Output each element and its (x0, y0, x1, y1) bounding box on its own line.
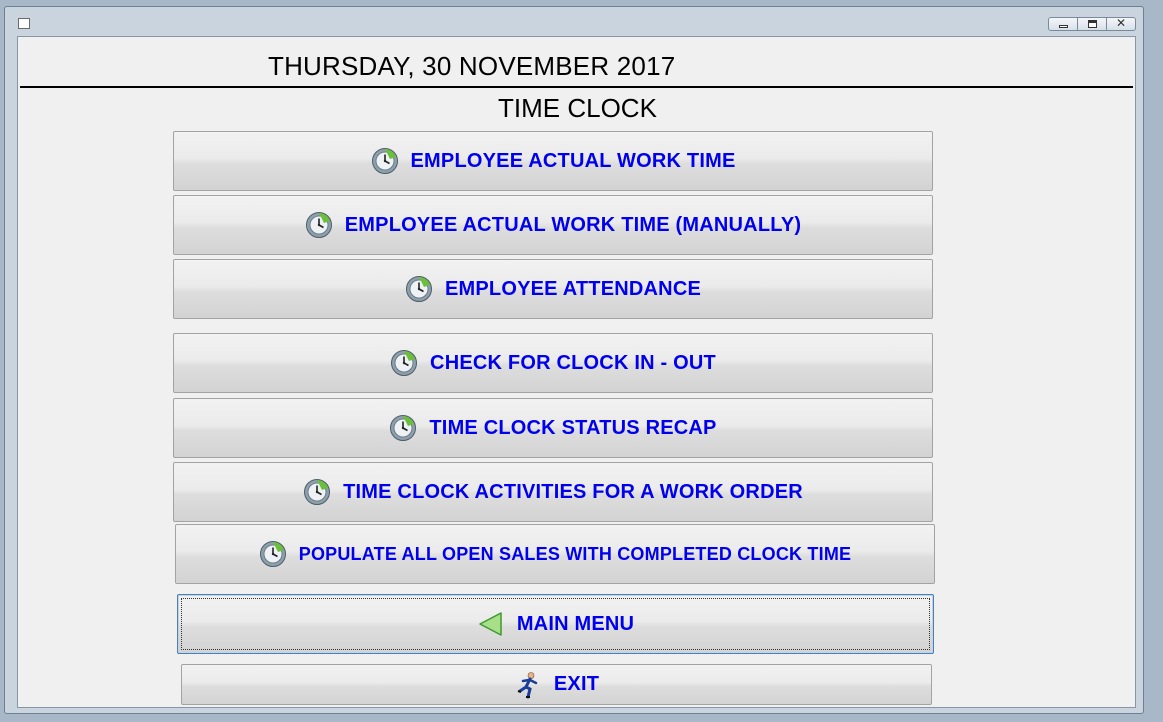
minimize-icon (1059, 25, 1068, 28)
system-menu-icon[interactable] (18, 18, 30, 29)
clock-icon (259, 541, 286, 567)
employee-actual-work-time-manually-button[interactable]: EMPLOYEE ACTUAL WORK TIME (MANUALLY) (173, 195, 933, 255)
running-man-icon (517, 671, 538, 698)
time-clock-activities-work-order-label: TIME CLOCK ACTIVITIES FOR A WORK ORDER (343, 480, 803, 503)
exit-button[interactable]: EXIT (181, 664, 932, 705)
populate-open-sales-button[interactable]: POPULATE ALL OPEN SALES WITH COMPLETED C… (175, 524, 935, 584)
header-divider (20, 86, 1133, 88)
current-date: THURSDAY, 30 NOVEMBER 2017 (268, 51, 676, 81)
employee-attendance-label: EMPLOYEE ATTENDANCE (444, 277, 702, 300)
title-bar[interactable]: ✕ (5, 7, 1143, 37)
exit-label: EXIT (553, 673, 600, 695)
clock-icon (371, 148, 398, 174)
close-icon: ✕ (1115, 16, 1127, 30)
back-arrow-icon (479, 612, 502, 636)
clock-icon (391, 350, 418, 376)
populate-open-sales-label: POPULATE ALL OPEN SALES WITH COMPLETED C… (298, 543, 852, 564)
maximize-icon (1088, 20, 1097, 28)
app-window: ✕ THURSDAY, 30 NOVEMBER 2017 TIME CLOCK … (4, 6, 1144, 714)
clock-icon (304, 479, 331, 505)
window-controls: ✕ (1048, 16, 1136, 31)
employee-actual-work-time-button[interactable]: EMPLOYEE ACTUAL WORK TIME (173, 131, 933, 191)
main-menu-button[interactable]: MAIN MENU (177, 594, 934, 654)
clock-icon (305, 212, 332, 238)
time-clock-activities-work-order-button[interactable]: TIME CLOCK ACTIVITIES FOR A WORK ORDER (173, 462, 933, 522)
check-for-clock-in-out-label: CHECK FOR CLOCK IN - OUT (430, 351, 716, 374)
time-clock-status-recap-button[interactable]: TIME CLOCK STATUS RECAP (173, 398, 933, 458)
employee-attendance-button[interactable]: EMPLOYEE ATTENDANCE (173, 259, 933, 319)
clock-icon (405, 276, 432, 302)
minimize-button[interactable] (1048, 17, 1078, 31)
page-title: TIME CLOCK (498, 93, 657, 123)
close-button[interactable]: ✕ (1106, 16, 1136, 31)
employee-actual-work-time-manually-label: EMPLOYEE ACTUAL WORK TIME (MANUALLY) (344, 213, 802, 236)
employee-actual-work-time-label: EMPLOYEE ACTUAL WORK TIME (410, 149, 736, 172)
maximize-button[interactable] (1077, 17, 1107, 31)
main-panel: THURSDAY, 30 NOVEMBER 2017 TIME CLOCK EM… (17, 36, 1136, 708)
clock-icon (390, 415, 417, 441)
time-clock-status-recap-label: TIME CLOCK STATUS RECAP (429, 416, 717, 439)
main-menu-label: MAIN MENU (516, 612, 635, 635)
check-for-clock-in-out-button[interactable]: CHECK FOR CLOCK IN - OUT (173, 333, 933, 393)
